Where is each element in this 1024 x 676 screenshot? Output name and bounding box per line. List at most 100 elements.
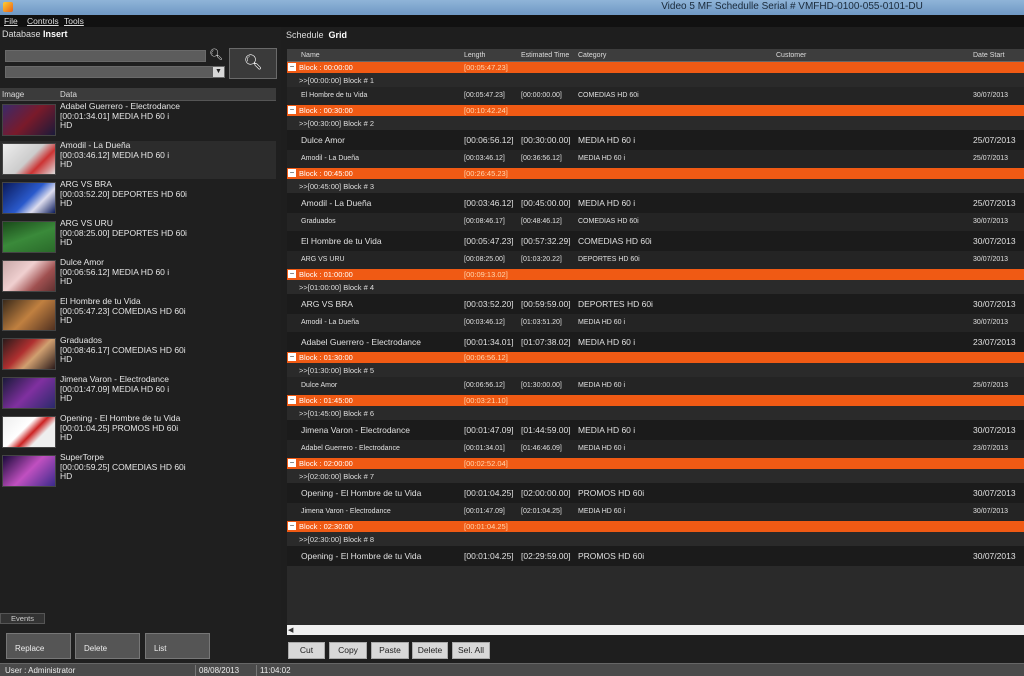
menu-controls[interactable]: Controls: [27, 16, 59, 26]
collapse-icon[interactable]: −: [288, 63, 296, 71]
collapse-icon[interactable]: −: [288, 353, 296, 361]
collapse-icon[interactable]: −: [288, 396, 296, 404]
block-row[interactable]: − Block : 01:45:00 [00:03:21.10]: [287, 395, 1024, 406]
cell-category: DEPORTES HD 60i: [578, 256, 640, 263]
column-date-start[interactable]: Date Start: [973, 52, 1005, 59]
block-header-row[interactable]: >>[00:00:00] Block # 1: [287, 73, 1024, 87]
cell-estimated-time: [00:36:56.12]: [521, 155, 562, 162]
delete-button[interactable]: Delete: [75, 633, 140, 659]
paste-button[interactable]: Paste: [371, 642, 409, 659]
block-label: Block : 02:30:00: [299, 522, 353, 531]
list-item[interactable]: SuperTorpe [00:00:59.25] COMEDIAS HD 60i H…: [0, 452, 276, 491]
chevron-down-icon[interactable]: ▼: [213, 67, 224, 77]
list-item[interactable]: Opening - El Hombre de tu Vida [00:01:04.…: [0, 413, 276, 452]
collapse-icon[interactable]: −: [288, 459, 296, 467]
list-item[interactable]: Adabel Guerrero - Electrodance [00:01:34.…: [0, 101, 276, 140]
collapse-icon[interactable]: −: [288, 169, 296, 177]
block-header-row[interactable]: >>[01:30:00] Block # 5: [287, 363, 1024, 377]
search-icon[interactable]: 🔍︎: [207, 48, 225, 63]
scroll-left-icon[interactable]: ◀: [288, 626, 293, 634]
search-input[interactable]: [5, 50, 206, 62]
table-row[interactable]: Opening - El Hombre de tu Vida [00:01:04.…: [287, 546, 1024, 566]
table-row[interactable]: Adabel Guerrero - Electrodance [00:01:34.…: [287, 440, 1024, 458]
cell-length: [00:01:04.25]: [464, 551, 514, 561]
list-item[interactable]: Jimena Varon - Electrodance [00:01:47.09]…: [0, 374, 276, 413]
block-header-row[interactable]: >>[02:30:00] Block # 8: [287, 532, 1024, 546]
column-length[interactable]: Length: [464, 52, 485, 59]
block-row[interactable]: − Block : 01:00:00 [00:09:13.02]: [287, 269, 1024, 280]
media-fmt: HD: [60, 120, 73, 130]
list-button[interactable]: List: [145, 633, 210, 659]
column-name[interactable]: Name: [301, 52, 320, 59]
collapse-icon[interactable]: −: [288, 522, 296, 530]
horizontal-scrollbar[interactable]: ◀: [287, 625, 1024, 635]
list-item[interactable]: Amodil - La Dueña [00:03:46.12] MEDIA HD …: [0, 140, 276, 179]
block-row[interactable]: − Block : 00:30:00 [00:10:42.24]: [287, 105, 1024, 116]
copy-button[interactable]: Copy: [329, 642, 367, 659]
column-category[interactable]: Category: [578, 52, 606, 59]
table-row[interactable]: Opening - El Hombre de tu Vida [00:01:04.…: [287, 483, 1024, 503]
table-row[interactable]: El Hombre de tu Vida [00:05:47.23] [00:00:…: [287, 87, 1024, 105]
table-row[interactable]: Graduados [00:08:46.17] [00:48:46.12] COMED…: [287, 213, 1024, 231]
status-time: 11:04:02: [260, 666, 291, 675]
table-row[interactable]: Amodil - La Dueña [00:03:46.12] [01:03:51.…: [287, 314, 1024, 332]
table-row[interactable]: Amodil - La Dueña [00:03:46.12] [00:36:56.…: [287, 150, 1024, 168]
table-row[interactable]: Jimena Varon - Electrodance [00:01:47.09]…: [287, 503, 1024, 521]
media-info: [00:05:47.23] COMEDIAS HD 60i: [60, 305, 186, 316]
cell-length: [00:06:56.12]: [464, 382, 505, 389]
table-row[interactable]: ARG VS BRA [00:03:52.20] [00:59:59.00] DEPO…: [287, 294, 1024, 314]
list-item[interactable]: El Hombre de tu Vida [00:05:47.23] COMEDI…: [0, 296, 276, 335]
table-row[interactable]: Jimena Varon - Electrodance [00:01:47.09]…: [287, 420, 1024, 440]
collapse-icon[interactable]: −: [288, 270, 296, 278]
column-estimated-time[interactable]: Estimated Time: [521, 52, 569, 59]
grid-delete-button[interactable]: Delete: [412, 642, 448, 659]
menu-tools[interactable]: Tools: [64, 16, 84, 26]
collapse-icon[interactable]: −: [288, 106, 296, 114]
block-header-row[interactable]: >>[02:00:00] Block # 7: [287, 469, 1024, 483]
block-row[interactable]: − Block : 00:00:00 [00:05:47.23]: [287, 62, 1024, 73]
tab-events[interactable]: Events: [0, 613, 45, 624]
list-item[interactable]: Dulce Amor [00:06:56.12] MEDIA HD 60 i HD: [0, 257, 276, 296]
table-row[interactable]: Dulce Amor [00:06:56.12] [00:30:00.00] MEDI…: [287, 130, 1024, 150]
grid-tab[interactable]: Grid: [329, 30, 348, 40]
block-header-row[interactable]: >>[01:00:00] Block # 4: [287, 280, 1024, 294]
block-duration: [00:02:52.04]: [464, 459, 508, 468]
block-label: Block : 01:00:00: [299, 270, 353, 279]
schedule-grid[interactable]: Name Length Estimated Time Category Cust…: [287, 49, 1024, 635]
block-label: Block : 00:00:00: [299, 63, 353, 72]
media-info: Opening - El Hombre de tu Vida [00:01:04.…: [60, 413, 180, 443]
table-row[interactable]: El Hombre de tu Vida [00:05:47.23] [00:57:…: [287, 231, 1024, 251]
media-fmt: HD: [60, 315, 73, 325]
cell-estimated-time: [00:30:00.00]: [521, 135, 571, 145]
cell-date-start: 25/07/2013: [973, 135, 1016, 145]
column-customer[interactable]: Customer: [776, 52, 806, 59]
list-item[interactable]: Graduados [00:08:46.17] COMEDIAS HD 60i HD: [0, 335, 276, 374]
insert-tab[interactable]: Insert: [43, 29, 68, 39]
table-row[interactable]: Dulce Amor [00:06:56.12] [01:30:00.00] MEDI…: [287, 377, 1024, 395]
cell-length: [00:01:34.01]: [464, 337, 514, 347]
block-row[interactable]: − Block : 02:00:00 [00:02:52.04]: [287, 458, 1024, 469]
list-item[interactable]: ARG VS URU [00:08:25.00] DEPORTES HD 60i H…: [0, 218, 276, 257]
cut-button[interactable]: Cut: [288, 642, 325, 659]
replace-button[interactable]: Replace: [6, 633, 71, 659]
block-header-row[interactable]: >>[00:30:00] Block # 2: [287, 116, 1024, 130]
block-row[interactable]: − Block : 00:45:00 [00:26:45.23]: [287, 168, 1024, 179]
cell-name: ARG VS URU: [301, 256, 345, 263]
table-row[interactable]: Amodil - La Dueña [00:03:46.12] [00:45:00.…: [287, 193, 1024, 213]
filter-select[interactable]: ▼: [5, 66, 225, 78]
block-header-row[interactable]: >>[01:45:00] Block # 6: [287, 406, 1024, 420]
table-row[interactable]: ARG VS URU [00:08:25.00] [01:03:20.22] DEPO…: [287, 251, 1024, 269]
media-info: [00:01:04.25] PROMOS HD 60i: [60, 422, 179, 433]
select-all-button[interactable]: Sel. All: [452, 642, 490, 659]
block-row[interactable]: − Block : 02:30:00 [00:01:04.25]: [287, 521, 1024, 532]
status-divider: [256, 665, 257, 676]
media-thumbnail: [2, 416, 56, 448]
media-info: El Hombre de tu Vida [00:05:47.23] COMEDI…: [60, 296, 186, 326]
list-item[interactable]: ARG VS BRA [00:03:52.20] DEPORTES HD 60i H…: [0, 179, 276, 218]
search-button[interactable]: 🔍︎: [229, 48, 277, 79]
menu-file[interactable]: File: [4, 16, 18, 26]
block-header-row[interactable]: >>[00:45:00] Block # 3: [287, 179, 1024, 193]
cell-length: [00:03:52.20]: [464, 299, 514, 309]
table-row[interactable]: Adabel Guerrero - Electrodance [00:01:34.…: [287, 332, 1024, 352]
block-row[interactable]: − Block : 01:30:00 [00:06:56.12]: [287, 352, 1024, 363]
